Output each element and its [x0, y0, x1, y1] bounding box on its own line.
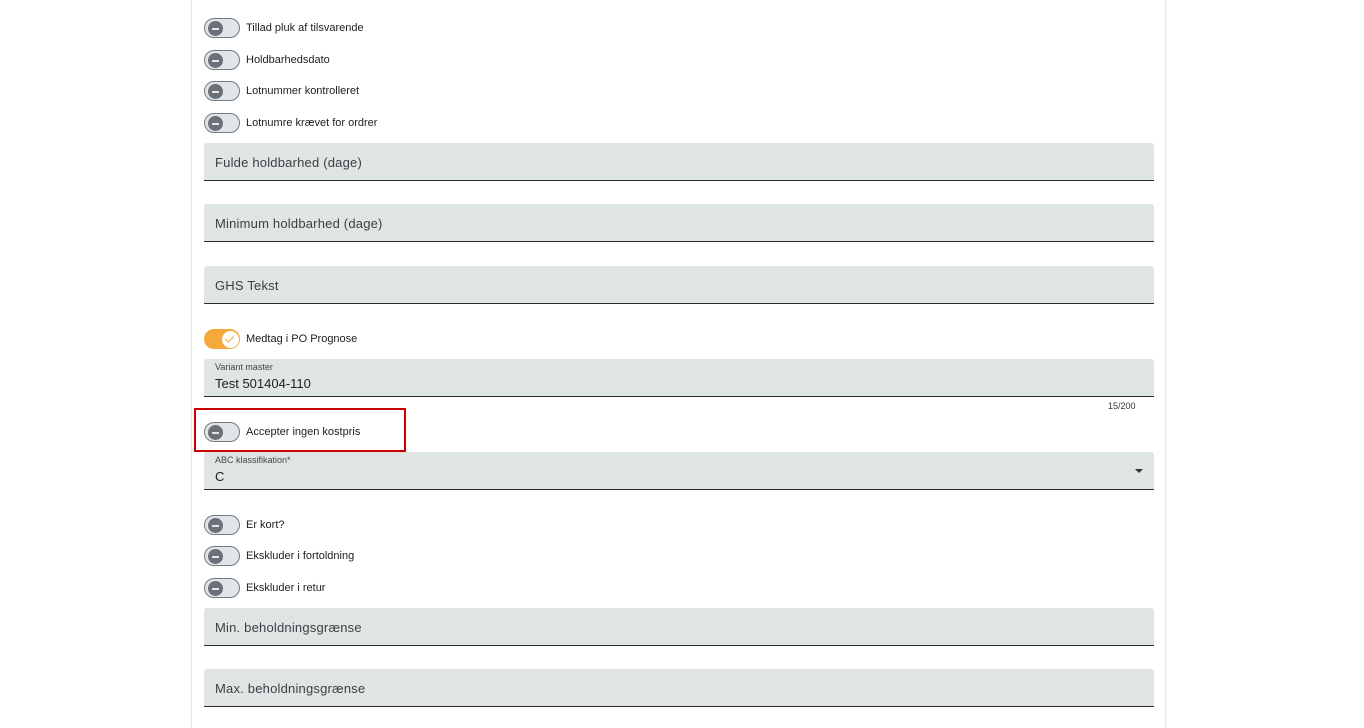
toggle-allow-equivalent-pick[interactable]: Tillad pluk af tilsvarende — [204, 16, 364, 40]
toggle-label: Lotnummer kontrolleret — [246, 85, 360, 97]
minus-icon — [208, 425, 223, 440]
toggle-switch[interactable] — [204, 113, 240, 133]
toggle-label: Medtag i PO Prognose — [246, 333, 358, 345]
toggle-switch[interactable] — [204, 50, 240, 70]
toggle-lot-controlled[interactable]: Lotnummer kontrolleret — [204, 79, 359, 103]
toggle-label: Ekskluder i fortoldning — [246, 550, 355, 562]
toggle-switch[interactable] — [204, 329, 240, 349]
toggle-label: Tillad pluk af tilsvarende — [246, 22, 364, 34]
field-label: Variant master — [215, 362, 273, 372]
minus-icon — [208, 581, 223, 596]
minus-icon — [208, 21, 223, 36]
toggle-label: Accepter ingen kostpris — [246, 426, 361, 438]
field-label: ABC klassifikation* — [215, 455, 291, 465]
char-counter: 15/200 — [1108, 401, 1136, 411]
abc-classification-select[interactable]: ABC klassifikation* C — [204, 452, 1154, 490]
toggle-label: Ekskluder i retur — [246, 582, 326, 594]
toggle-label: Lotnumre krævet for ordrer — [246, 117, 378, 129]
minus-icon — [208, 53, 223, 68]
toggle-label: Er kort? — [246, 519, 285, 531]
field-placeholder: Fulde holdbarhed (dage) — [215, 155, 362, 170]
toggle-po-forecast[interactable]: Medtag i PO Prognose — [204, 327, 357, 351]
full-shelf-life-field[interactable]: Fulde holdbarhed (dage) — [204, 143, 1154, 181]
field-value: Test 501404-110 — [215, 376, 311, 391]
minus-icon — [208, 549, 223, 564]
toggle-switch[interactable] — [204, 546, 240, 566]
dropdown-arrow-icon[interactable] — [1135, 469, 1143, 473]
variant-master-field[interactable]: Variant master Test 501404-110 — [204, 359, 1154, 397]
field-placeholder: Min. beholdningsgrænse — [215, 620, 362, 635]
toggle-switch[interactable] — [204, 18, 240, 38]
toggle-lot-required-orders[interactable]: Lotnumre krævet for ordrer — [204, 111, 377, 135]
ghs-text-field[interactable]: GHS Tekst — [204, 266, 1154, 304]
minus-icon — [208, 116, 223, 131]
field-placeholder: GHS Tekst — [215, 278, 279, 293]
field-placeholder: Max. beholdningsgrænse — [215, 681, 366, 696]
toggle-label: Holdbarhedsdato — [246, 54, 330, 66]
toggle-switch[interactable] — [204, 422, 240, 442]
max-stock-field[interactable]: Max. beholdningsgrænse — [204, 669, 1154, 707]
toggle-is-card[interactable]: Er kort? — [204, 513, 285, 537]
field-value: C — [215, 469, 225, 484]
minus-icon — [208, 518, 223, 533]
toggle-exclude-customs[interactable]: Ekskluder i fortoldning — [204, 544, 354, 568]
min-stock-field[interactable]: Min. beholdningsgrænse — [204, 608, 1154, 646]
toggle-expiry-date[interactable]: Holdbarhedsdato — [204, 48, 330, 72]
check-icon — [222, 331, 239, 348]
toggle-exclude-return[interactable]: Ekskluder i retur — [204, 576, 325, 600]
minus-icon — [208, 84, 223, 99]
toggle-accept-no-cost[interactable]: Accepter ingen kostpris — [204, 420, 360, 444]
toggle-switch[interactable] — [204, 515, 240, 535]
toggle-switch[interactable] — [204, 578, 240, 598]
field-placeholder: Minimum holdbarhed (dage) — [215, 216, 383, 231]
toggle-switch[interactable] — [204, 81, 240, 101]
min-shelf-life-field[interactable]: Minimum holdbarhed (dage) — [204, 204, 1154, 242]
